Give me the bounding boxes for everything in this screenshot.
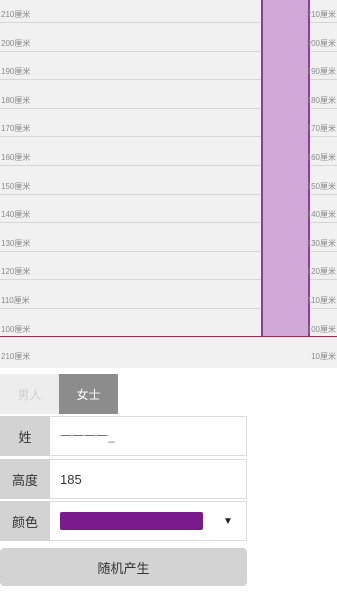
left-tick-label: 180厘米 xyxy=(1,96,31,105)
height-chart: 210厘米 10厘米 210厘米 210厘米 200厘米 200厘米 190厘米 190厘… xyxy=(0,0,337,368)
female-button[interactable]: 女士 xyxy=(59,374,118,414)
chart-bottom-strip: 210厘米 10厘米 xyxy=(0,337,337,368)
right-tick-label: 160厘米 xyxy=(306,153,336,162)
height-row: 高度 185 xyxy=(0,459,247,499)
left-tick-label: 160厘米 xyxy=(1,153,31,162)
left-tick-label: 210厘米 xyxy=(1,10,31,19)
height-label: 高度 xyxy=(0,459,50,499)
random-generate-button[interactable]: 随机产生 xyxy=(0,548,247,586)
name-label: 姓 xyxy=(0,416,50,456)
color-row: 颜色 ▼ xyxy=(0,501,247,541)
color-label: 颜色 xyxy=(0,501,50,541)
right-tick-label: 110厘米 xyxy=(307,296,336,305)
male-button[interactable]: 男人 xyxy=(0,374,59,414)
left-tick-label: 110厘米 xyxy=(1,296,30,305)
right-tick-label: 150厘米 xyxy=(306,182,336,191)
person-height-bar xyxy=(261,0,310,336)
left-tick-label: 190厘米 xyxy=(1,67,31,76)
name-row: 姓 xyxy=(0,416,247,456)
right-tick-label: 210厘米 xyxy=(306,10,336,19)
right-tick-label: 140厘米 xyxy=(306,210,336,219)
color-select[interactable]: ▼ xyxy=(50,501,247,541)
right-tick-label: 200厘米 xyxy=(306,39,336,48)
left-tick-label: 120厘米 xyxy=(1,267,31,276)
chevron-down-icon: ▼ xyxy=(223,515,233,527)
left-tick-label: 130厘米 xyxy=(1,239,31,248)
right-tick-label: 100厘米 xyxy=(306,325,336,334)
right-tick-label: 170厘米 xyxy=(306,124,336,133)
left-tick-label: 150厘米 xyxy=(1,182,31,191)
right-tick-label: 120厘米 xyxy=(306,267,336,276)
bottom-left-label: 210厘米 xyxy=(1,352,31,361)
bottom-right-label: 10厘米 xyxy=(311,352,336,361)
name-field[interactable] xyxy=(50,416,247,456)
name-input[interactable] xyxy=(60,429,230,443)
color-swatch xyxy=(60,512,203,530)
right-tick-label: 180厘米 xyxy=(306,96,336,105)
left-tick-label: 170厘米 xyxy=(1,124,31,133)
left-tick-label: 200厘米 xyxy=(1,39,31,48)
left-tick-label: 100厘米 xyxy=(1,325,31,334)
right-tick-label: 190厘米 xyxy=(306,67,336,76)
left-tick-label: 140厘米 xyxy=(1,210,31,219)
right-tick-label: 130厘米 xyxy=(306,239,336,248)
gender-selector: 男人 女士 xyxy=(0,374,118,414)
height-field[interactable]: 185 xyxy=(50,459,247,499)
